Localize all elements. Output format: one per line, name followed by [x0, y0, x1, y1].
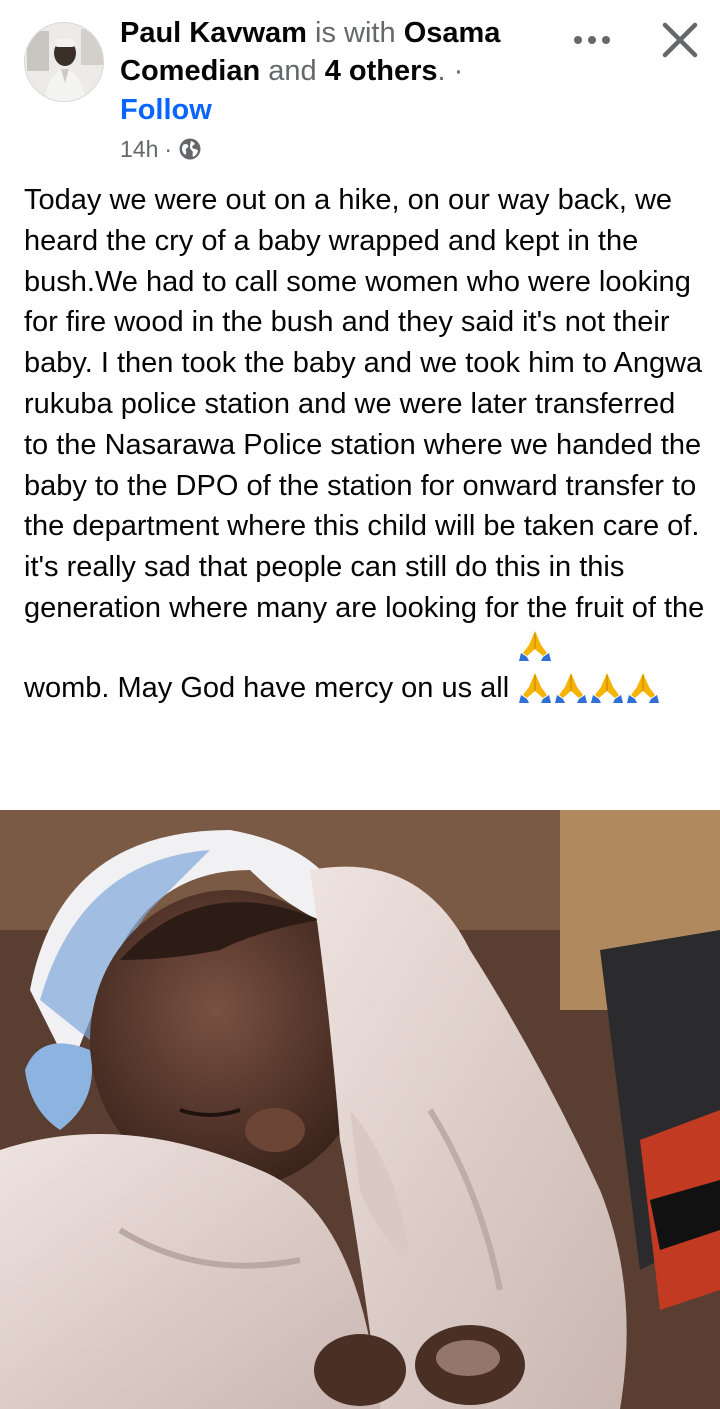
meta-separator: · [164, 136, 173, 162]
post-photo[interactable] [0, 810, 720, 1409]
avatar-photo [25, 23, 103, 101]
folded-hands-icon [519, 672, 552, 703]
byline: Paul Kavwam is with Osama Comedian and 4… [120, 14, 560, 90]
folded-hands-icon [555, 672, 588, 703]
folded-hands-icon [519, 630, 552, 661]
separator-dot: · [453, 55, 464, 87]
emoji-row [517, 629, 661, 713]
post-time[interactable]: 14h [120, 134, 158, 164]
close-icon[interactable] [656, 16, 704, 64]
globe-icon [179, 138, 201, 160]
tail-period: . [437, 55, 446, 87]
post-body-text: Today we were out on a hike, on our way … [24, 184, 705, 704]
follow-button[interactable]: Follow [120, 90, 560, 130]
post-body: Today we were out on a hike, on our way … [24, 180, 706, 712]
more-options-icon[interactable] [566, 20, 618, 60]
post-header: Paul Kavwam is with Osama Comedian and 4… [0, 0, 720, 170]
others-link[interactable]: 4 others [325, 55, 438, 87]
header-text: Paul Kavwam is with Osama Comedian and 4… [120, 14, 560, 164]
folded-hands-icon [591, 672, 624, 703]
post-card: Paul Kavwam is with Osama Comedian and 4… [0, 0, 720, 1409]
author-avatar[interactable] [24, 22, 104, 102]
post-meta: 14h · [120, 134, 560, 164]
baby-photo [0, 810, 720, 1409]
with-text: is with [315, 17, 396, 49]
folded-hands-icon [627, 672, 660, 703]
and-text: and [268, 55, 317, 87]
author-name[interactable]: Paul Kavwam [120, 17, 307, 49]
